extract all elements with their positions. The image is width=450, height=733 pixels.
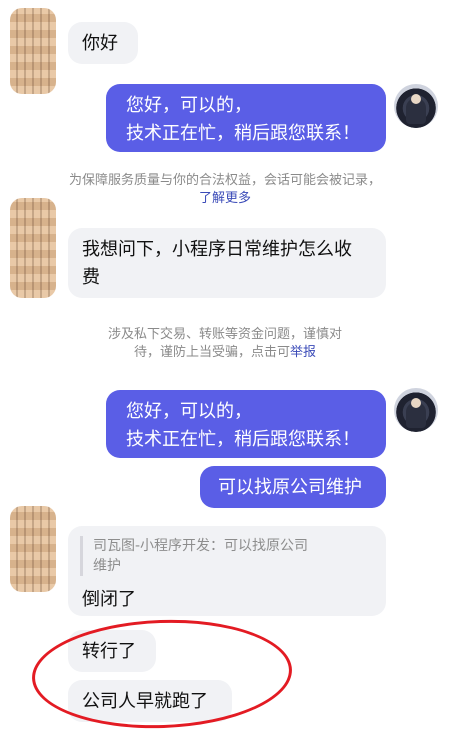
notice-text: 涉及私下交易、转账等资金问题，谨慎对	[107, 327, 342, 342]
report-link[interactable]: 举报	[290, 345, 316, 360]
message-text: 费	[82, 267, 100, 288]
outgoing-message[interactable]: 可以找原公司维护	[200, 466, 386, 508]
message-text: 可以找原公司维护	[218, 477, 362, 498]
system-notice: 涉及私下交易、转账等资金问题，谨慎对 待，谨防上当受骗，点击可举报	[40, 326, 410, 362]
outgoing-message[interactable]: 您好，可以的， 技术正在忙，稍后跟您联系！	[106, 84, 386, 152]
notice-text: 为保障服务质量与你的合法权益，会话可能会被记录，	[68, 173, 381, 188]
message-text: 我想问下，小程序日常维护怎么收	[82, 239, 352, 260]
message-text: 技术正在忙，稍后跟您联系！	[126, 429, 360, 450]
contact-avatar[interactable]	[10, 506, 56, 592]
outgoing-message[interactable]: 您好，可以的， 技术正在忙，稍后跟您联系！	[106, 390, 386, 458]
quote-text: 司瓦图-小程序开发：可以找原公司	[93, 538, 309, 554]
message-text: 公司人早就跑了	[82, 691, 208, 712]
learn-more-link[interactable]: 了解更多	[199, 191, 251, 206]
message-text: 你好	[82, 33, 118, 54]
quoted-reply[interactable]: 司瓦图-小程序开发：可以找原公司 维护	[80, 536, 368, 576]
my-avatar[interactable]	[394, 388, 438, 432]
incoming-message[interactable]: 公司人早就跑了	[68, 680, 232, 722]
notice-text: 待，谨防上当受骗，点击可	[133, 345, 290, 360]
contact-avatar[interactable]	[10, 198, 56, 298]
my-avatar[interactable]	[394, 84, 438, 128]
message-text: 您好，可以的，	[126, 95, 252, 116]
contact-avatar[interactable]	[10, 8, 56, 94]
quote-text: 维护	[93, 558, 121, 574]
message-text: 您好，可以的，	[126, 401, 252, 422]
incoming-message[interactable]: 转行了	[68, 630, 156, 672]
system-notice: 为保障服务质量与你的合法权益，会话可能会被记录， 了解更多	[40, 172, 410, 208]
message-text: 倒闭了	[82, 589, 136, 610]
incoming-message[interactable]: 我想问下，小程序日常维护怎么收 费	[68, 228, 386, 298]
message-text: 技术正在忙，稍后跟您联系！	[126, 123, 360, 144]
incoming-message[interactable]: 你好	[68, 22, 138, 64]
message-text: 转行了	[82, 641, 136, 662]
